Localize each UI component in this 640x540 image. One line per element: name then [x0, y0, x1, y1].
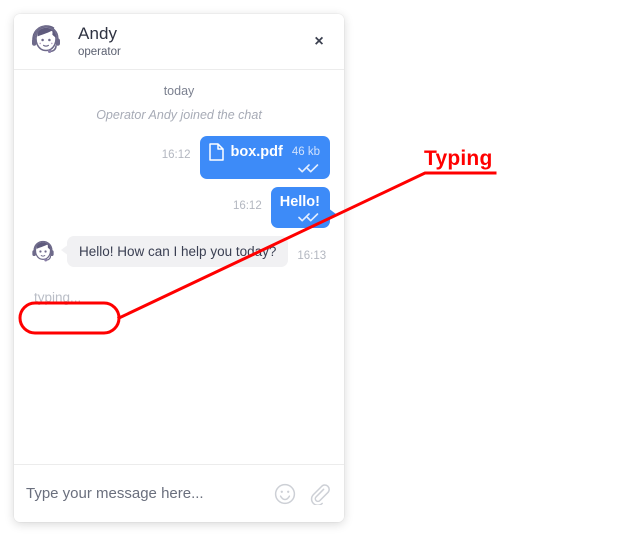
file-size: 46 kb	[291, 146, 320, 158]
chat-widget: Andy operator × today Operator Andy join…	[14, 14, 344, 522]
message-timestamp: 16:12	[232, 200, 262, 212]
operator-name: Andy	[78, 24, 118, 44]
file-document-icon	[208, 143, 224, 161]
message-row-file: 16:12 box.pdf 46 kb	[28, 136, 330, 179]
double-check-icon	[209, 163, 321, 173]
operator-role: operator	[78, 45, 121, 58]
message-list: today Operator Andy joined the chat 16:1…	[14, 70, 344, 464]
smiley-face-icon[interactable]	[274, 483, 296, 505]
chat-header: Andy operator ×	[14, 14, 344, 70]
message-row-operator: Hello! How can I help you today? 16:13	[28, 236, 330, 268]
double-check-icon	[280, 212, 320, 222]
message-bubble-file[interactable]: box.pdf 46 kb	[199, 136, 330, 179]
file-name: box.pdf	[230, 144, 283, 160]
day-divider: today	[163, 84, 195, 98]
message-bubble-hello[interactable]: Hello!	[270, 187, 337, 228]
message-timestamp: 16:13	[297, 249, 327, 262]
message-row-hello: 16:12 Hello!	[28, 187, 337, 228]
header-text-block: Andy operator	[78, 24, 308, 59]
typing-indicator: typing...	[34, 290, 82, 305]
message-composer	[14, 464, 344, 522]
system-message: Operator Andy joined the chat	[96, 108, 262, 122]
operator-headset-avatar-icon	[26, 22, 66, 62]
annotation-label: Typing	[424, 147, 493, 170]
message-text: Hello!	[279, 194, 320, 210]
message-input[interactable]	[26, 485, 262, 502]
paperclip-icon[interactable]	[308, 483, 330, 506]
message-timestamp: 16:12	[161, 149, 191, 161]
close-icon[interactable]: ×	[308, 31, 330, 53]
message-bubble-operator[interactable]: Hello! How can I help you today?	[60, 236, 289, 267]
operator-headset-avatar-small-icon	[28, 238, 58, 268]
